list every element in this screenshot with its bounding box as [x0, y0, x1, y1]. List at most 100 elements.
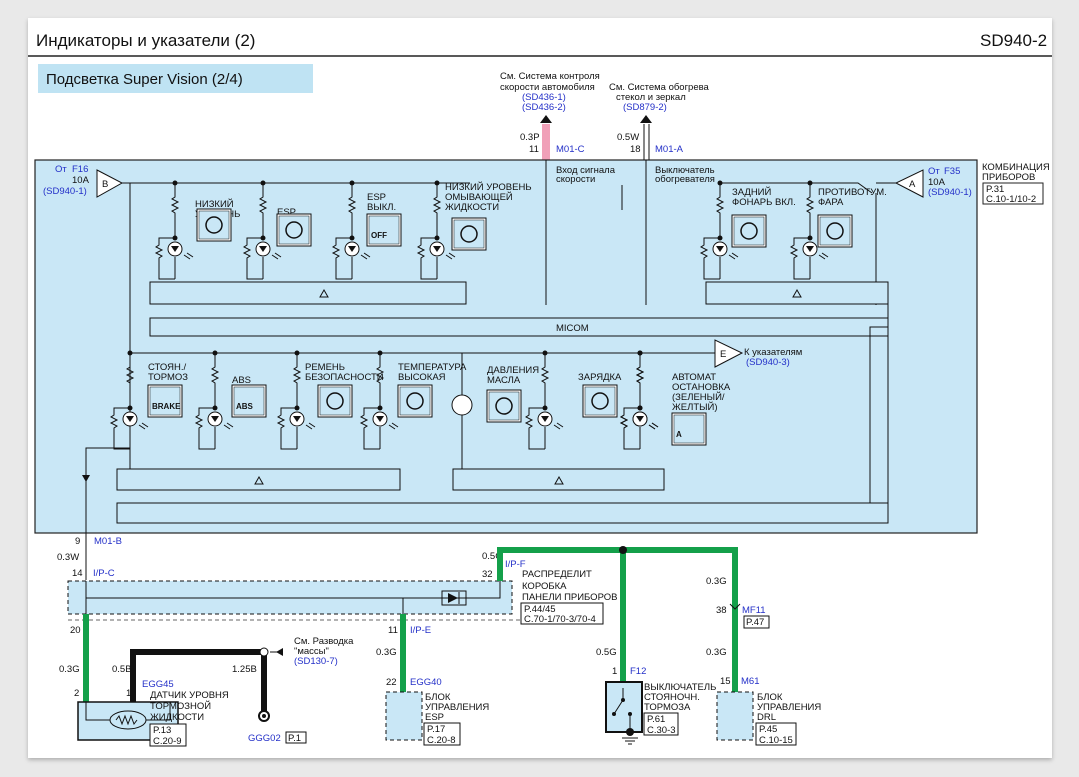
svg-text:11: 11	[388, 625, 398, 636]
rear-fog-icon	[731, 214, 767, 248]
indicator-label: ФОНАРЬ ВКЛ.	[732, 197, 796, 208]
svg-text:От: От	[55, 164, 67, 175]
svg-text:14: 14	[72, 568, 83, 579]
indicator-label: ТОРМОЗ	[148, 372, 188, 383]
svg-text:ТОРМОЗНОЙ: ТОРМОЗНОЙ	[150, 700, 211, 712]
svg-text:C.10-1/10-2: C.10-1/10-2	[986, 194, 1036, 205]
drl-control-unit	[716, 691, 754, 741]
svg-text:От: От	[928, 166, 940, 177]
icon-text: BRAKE	[152, 402, 181, 411]
icon-text: OFF	[371, 231, 387, 240]
svg-text:0.5G: 0.5G	[596, 647, 617, 658]
svg-text:(SD436-2): (SD436-2)	[522, 102, 566, 113]
svg-text:(SD130-7): (SD130-7)	[294, 656, 338, 667]
svg-text:22: 22	[386, 677, 397, 688]
driver-block-4	[452, 468, 665, 491]
diagram-page: Индикаторы и указатели (2) SD940-2 Подсв…	[28, 18, 1052, 758]
speed-wire	[542, 124, 550, 160]
svg-text:M61: M61	[741, 676, 759, 687]
svg-text:P.13: P.13	[153, 725, 171, 736]
svg-text:1: 1	[612, 666, 617, 677]
esp-control-unit	[385, 691, 423, 741]
svg-text:F12: F12	[630, 666, 646, 677]
diagram-code: SD940-2	[980, 31, 1047, 50]
svg-text:P.47: P.47	[746, 617, 764, 628]
svg-text:20: 20	[70, 625, 81, 636]
svg-text:КОРОБКА: КОРОБКА	[522, 581, 567, 592]
indicator-label: ABS	[232, 375, 251, 386]
speed-system-reference: См. Система контроля скорости автомобиля…	[500, 71, 600, 160]
indicator-label: ФАРА	[818, 197, 844, 208]
wiring-diagram: Индикаторы и указатели (2) SD940-2 Подсв…	[28, 31, 1052, 747]
svg-text:C.10-15: C.10-15	[759, 735, 793, 746]
parking-brake-switch	[605, 681, 643, 733]
speed-input-label-2: скорости	[556, 174, 595, 185]
svg-text:2: 2	[74, 688, 79, 699]
svg-text:C.20-9: C.20-9	[153, 736, 182, 747]
svg-text:MF11: MF11	[742, 605, 766, 616]
svg-text:GGG02: GGG02	[248, 733, 281, 744]
svg-text:15: 15	[720, 676, 731, 687]
svg-text:I/P-E: I/P-E	[410, 625, 431, 636]
svg-text:C.20-8: C.20-8	[427, 735, 456, 746]
svg-text:P.17: P.17	[427, 724, 445, 735]
icon-text: A	[676, 430, 682, 439]
svg-text:0.5W: 0.5W	[617, 132, 639, 143]
svg-text:1.25B: 1.25B	[232, 664, 257, 675]
svg-text:32: 32	[482, 569, 493, 580]
esp-off-icon: OFF	[366, 213, 402, 247]
indicator-label: МАСЛА	[487, 375, 521, 386]
svg-text:9: 9	[75, 536, 80, 547]
svg-text:P.45: P.45	[759, 724, 777, 735]
svg-text:(SD940-1): (SD940-1)	[43, 186, 87, 197]
svg-text:M01-C: M01-C	[556, 144, 585, 155]
page-title: Индикаторы и указатели (2)	[36, 31, 255, 50]
svg-text:0.3G: 0.3G	[59, 664, 80, 675]
driver-block-3	[116, 468, 401, 491]
svg-text:I/P-C: I/P-C	[93, 568, 115, 579]
svg-text:A: A	[909, 179, 916, 190]
coolant-temp-icon	[397, 384, 433, 418]
svg-text:38: 38	[716, 605, 727, 616]
section-title: Подсветка Super Vision (2/4)	[46, 71, 243, 88]
heater-system-reference: См. Система обогрева стекол и зеркал (SD…	[609, 82, 710, 160]
svg-text:M01-A: M01-A	[655, 144, 684, 155]
svg-text:0.3G: 0.3G	[376, 647, 397, 658]
icon-text: ABS	[236, 402, 254, 411]
indicator-label: ЖЕЛТЫЙ)	[672, 401, 718, 413]
esp-skid-icon	[276, 213, 312, 247]
svg-text:0.3P: 0.3P	[520, 132, 540, 143]
svg-text:DRL: DRL	[757, 712, 776, 723]
module-label: КОМБИНАЦИЯ ПРИБОРОВ P.31 C.10-1/10-2	[982, 162, 1050, 205]
svg-text:1: 1	[126, 688, 131, 699]
svg-text:0.3W: 0.3W	[57, 552, 79, 563]
svg-text:F16: F16	[72, 164, 88, 175]
battery-icon	[582, 384, 618, 418]
front-fog-icon	[817, 214, 853, 248]
svg-text:ДАТЧИК УРОВНЯ: ДАТЧИК УРОВНЯ	[150, 690, 229, 701]
micom-label: MICOM	[556, 323, 589, 334]
indicator-label: БЕЗОПАСНОСТИ	[305, 372, 384, 383]
auto-stop-icon: A	[671, 412, 707, 446]
parking-brake-icon: BRAKE	[147, 384, 183, 418]
indicator-label: ЖИДКОСТИ	[445, 202, 499, 213]
svg-text:M01-B: M01-B	[94, 536, 122, 547]
svg-text:0.3G: 0.3G	[706, 576, 727, 587]
svg-text:ПРИБОРОВ: ПРИБОРОВ	[982, 172, 1035, 183]
svg-text:ПАНЕЛИ ПРИБОРОВ: ПАНЕЛИ ПРИБОРОВ	[522, 592, 617, 603]
svg-text:(SD940-1): (SD940-1)	[928, 187, 972, 198]
fuel-pump-icon	[196, 208, 232, 242]
indicator-label: ВЫКЛ.	[367, 202, 396, 213]
svg-text:0.5B: 0.5B	[112, 664, 132, 675]
svg-text:C.70-1/70-3/70-4: C.70-1/70-3/70-4	[524, 614, 596, 625]
micom-block	[149, 317, 889, 337]
washer-fluid-icon	[451, 217, 487, 251]
output-block	[116, 502, 889, 524]
svg-text:11: 11	[529, 144, 539, 155]
abs-icon: ABS	[231, 384, 267, 418]
heater-switch-label-2: обогревателя	[655, 174, 715, 185]
svg-text:10A: 10A	[72, 175, 90, 186]
svg-text:РАСПРЕДЕЛИТ: РАСПРЕДЕЛИТ	[522, 569, 592, 580]
indicator-label: ВЫСОКАЯ	[398, 372, 446, 383]
svg-text:См. Система контроля: См. Система контроля	[500, 71, 600, 82]
